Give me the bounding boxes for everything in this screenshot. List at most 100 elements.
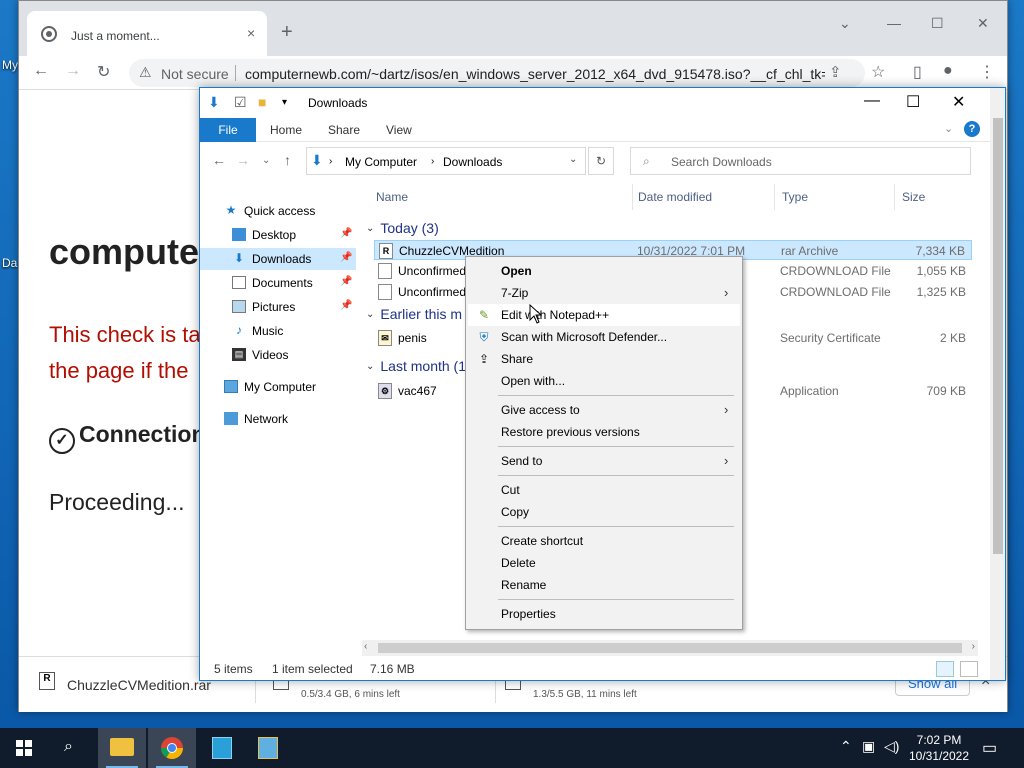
nav-item-music[interactable]: ♪ Music <box>200 320 356 342</box>
tab-view[interactable]: View <box>386 123 412 137</box>
pin-icon[interactable]: 📌 <box>340 252 352 263</box>
menu-item-properties[interactable]: Properties <box>468 603 740 625</box>
menu-item-7zip[interactable]: 7-Zip › <box>468 282 740 304</box>
menu-item-create-shortcut[interactable]: Create shortcut <box>468 530 740 552</box>
bookmark-star-icon[interactable]: ☆ <box>871 62 885 82</box>
menu-item-cut[interactable]: Cut <box>468 479 740 501</box>
tab-search-icon[interactable]: ⌄ <box>839 15 851 32</box>
breadcrumb-my-computer[interactable]: My Computer <box>345 155 417 169</box>
not-secure-label[interactable]: Not secure <box>161 66 229 82</box>
profile-avatar-icon[interactable]: ● <box>943 62 953 80</box>
nav-label: Downloads <box>252 252 312 266</box>
pin-icon[interactable]: 📌 <box>340 300 352 311</box>
breadcrumb-downloads[interactable]: Downloads <box>443 155 502 169</box>
menu-item-open[interactable]: Open <box>468 260 740 282</box>
qat-dropdown-icon[interactable]: ▾ <box>282 97 287 108</box>
breadcrumb-separator-icon[interactable]: › <box>329 156 332 167</box>
scrollbar-thumb[interactable] <box>993 118 1003 554</box>
chevron-down-icon[interactable]: ⌄ <box>569 154 577 165</box>
maximize-button[interactable]: ☐ <box>906 92 920 112</box>
scroll-left-icon[interactable]: ‹ <box>364 641 367 652</box>
pin-icon[interactable]: 📌 <box>340 228 352 239</box>
menu-icon[interactable]: ⋮ <box>979 62 995 82</box>
volume-icon[interactable]: ◁) <box>884 738 899 755</box>
start-button[interactable] <box>0 728 48 768</box>
menu-item-give-access[interactable]: Give access to › <box>468 399 740 421</box>
browser-tab[interactable]: Just a moment... × <box>27 11 267 56</box>
breadcrumb-separator-icon[interactable]: › <box>431 156 434 167</box>
nav-item-pictures[interactable]: Pictures 📌 <box>200 296 356 318</box>
menu-item-edit-notepad[interactable]: ✎ Edit with Notepad++ <box>468 304 740 326</box>
nav-item-downloads[interactable]: ⬇ Downloads 📌 <box>200 248 356 270</box>
taskbar-app[interactable] <box>244 728 292 768</box>
tray-chevron-up-icon[interactable]: ⌃ <box>840 738 852 755</box>
expand-ribbon-icon[interactable]: ⌄ <box>944 122 953 135</box>
vertical-scrollbar[interactable] <box>990 88 1005 680</box>
reload-icon[interactable]: ↻ <box>97 62 110 82</box>
tab-share[interactable]: Share <box>328 123 360 137</box>
warning-icon[interactable]: ⚠ <box>139 64 152 81</box>
scroll-right-icon[interactable]: › <box>972 641 975 652</box>
menu-item-share[interactable]: ⇪ Share <box>468 348 740 370</box>
recent-locations-icon[interactable]: ⌄ <box>262 155 270 166</box>
scrollbar-thumb[interactable] <box>378 643 962 653</box>
taskbar-file-explorer[interactable] <box>98 728 146 768</box>
network-tray-icon[interactable]: ▣ <box>862 738 875 755</box>
notification-icon[interactable]: ▭ <box>982 738 997 758</box>
nav-item-documents[interactable]: Documents 📌 <box>200 272 356 294</box>
group-header-today[interactable]: ⌄ Today (3) <box>366 220 439 236</box>
taskbar-server-manager[interactable] <box>198 728 246 768</box>
minimize-button[interactable]: — <box>887 15 901 31</box>
nav-item-videos[interactable]: ▤ Videos <box>200 344 356 366</box>
folder-icon[interactable]: ■ <box>258 94 266 110</box>
column-header-name[interactable]: Name <box>376 190 408 204</box>
new-tab-button[interactable]: + <box>281 22 293 42</box>
address-bar[interactable]: ⚠ Not secure computernewb.com/~dartz/iso… <box>129 59 885 87</box>
refresh-button[interactable]: ↻ <box>588 147 614 175</box>
forward-icon[interactable]: → <box>236 152 250 168</box>
back-icon[interactable]: ← <box>33 62 49 80</box>
menu-item-open-with[interactable]: Open with... <box>468 370 740 392</box>
menu-item-rename[interactable]: Rename <box>468 574 740 596</box>
nav-item-network[interactable]: Network <box>200 408 356 430</box>
desktop-icon-label[interactable]: Da <box>2 256 17 270</box>
clock[interactable]: 7:02 PM 10/31/2022 <box>904 732 974 764</box>
share-icon[interactable]: ⇪ <box>829 63 842 81</box>
nav-item-desktop[interactable]: Desktop 📌 <box>200 224 356 246</box>
column-header-type[interactable]: Type <box>782 190 808 204</box>
nav-item-quick-access[interactable]: ★ Quick access <box>200 200 356 222</box>
up-icon[interactable]: ↑ <box>284 152 291 168</box>
maximize-button[interactable]: ☐ <box>931 15 944 32</box>
pin-icon[interactable]: 📌 <box>340 276 352 287</box>
menu-item-copy[interactable]: Copy <box>468 501 740 523</box>
tab-close-button[interactable]: × <box>247 25 255 41</box>
menu-item-restore-versions[interactable]: Restore previous versions <box>468 421 740 443</box>
large-icons-view-icon[interactable] <box>960 661 978 677</box>
close-window-button[interactable]: ✕ <box>977 15 989 32</box>
close-window-button[interactable]: ✕ <box>952 92 965 112</box>
help-icon[interactable]: ? <box>964 121 980 137</box>
nav-item-my-computer[interactable]: My Computer <box>200 376 356 398</box>
url-text[interactable]: computernewb.com/~dartz/isos/en_windows_… <box>245 66 825 82</box>
details-view-icon[interactable] <box>936 661 954 677</box>
group-header-last-month[interactable]: ⌄ Last month (1 <box>366 358 466 374</box>
search-input[interactable]: ⌕ Search Downloads <box>630 147 971 175</box>
column-header-size[interactable]: Size <box>902 190 925 204</box>
properties-icon[interactable]: ☑ <box>234 94 247 111</box>
minimize-button[interactable]: — <box>864 92 880 110</box>
menu-item-send-to[interactable]: Send to › <box>468 450 740 472</box>
forward-icon[interactable]: → <box>65 62 81 80</box>
search-button[interactable]: ⌕ <box>48 728 96 768</box>
taskbar-chrome[interactable] <box>148 728 196 768</box>
group-header-earlier[interactable]: ⌄ Earlier this m <box>366 306 462 322</box>
side-panel-icon[interactable]: ▯ <box>913 62 922 82</box>
address-bar[interactable]: ⬇ › My Computer › Downloads ⌄ <box>306 147 586 175</box>
horizontal-scrollbar[interactable]: ‹ › <box>362 640 978 656</box>
menu-item-delete[interactable]: Delete <box>468 552 740 574</box>
tab-home[interactable]: Home <box>270 123 302 137</box>
menu-item-defender-scan[interactable]: ⛨ Scan with Microsoft Defender... <box>468 326 740 348</box>
desktop-icon-label[interactable]: My <box>2 58 18 72</box>
back-icon[interactable]: ← <box>212 152 226 168</box>
column-header-date[interactable]: Date modified <box>638 190 712 204</box>
tab-file[interactable]: File <box>200 118 256 142</box>
